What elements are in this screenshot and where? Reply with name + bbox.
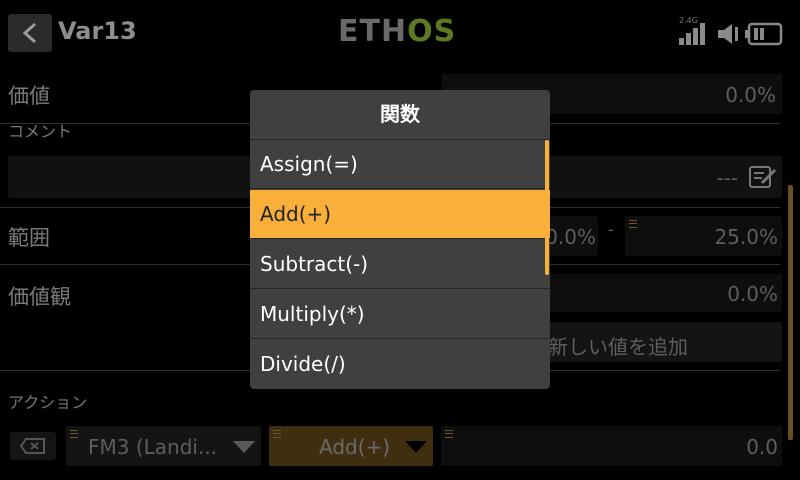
edit-icon xyxy=(749,166,777,188)
menu-item-add[interactable]: Add(+) xyxy=(250,190,550,239)
page-scrollbar[interactable] xyxy=(788,185,793,440)
comment-value: --- xyxy=(716,166,738,190)
range-min-value: 0.0% xyxy=(545,225,596,249)
remove-action-button[interactable] xyxy=(10,432,56,460)
signal-strength-icon xyxy=(679,23,705,45)
drag-handle-icon xyxy=(273,430,281,438)
battery-icon xyxy=(745,22,783,46)
menu-item-multiply[interactable]: Multiply(*) xyxy=(250,290,550,339)
drag-handle-icon xyxy=(445,430,453,438)
action-source-dropdown[interactable]: FM3 (Landi... xyxy=(66,426,261,466)
action-function-dropdown[interactable]: Add(+) xyxy=(269,426,433,466)
action-source-value: FM3 (Landi... xyxy=(88,435,218,459)
values-field-value: 0.0% xyxy=(727,282,778,306)
dropdown-arrow-icon xyxy=(405,441,427,453)
menu-item-assign[interactable]: Assign(=) xyxy=(250,140,550,189)
top-bar: Var13 ETHOS 2.4G xyxy=(0,0,800,60)
chevron-left-icon xyxy=(22,22,37,44)
back-button[interactable] xyxy=(8,14,52,52)
action-value: 0.0 xyxy=(746,435,778,459)
range-max-value: 25.0% xyxy=(714,225,778,249)
value-label: 価値 xyxy=(8,84,50,108)
range-label: 範囲 xyxy=(8,226,50,250)
function-menu: 関数 Assign(=) Add(+) Subtract(-) Multiply… xyxy=(250,90,550,389)
menu-scrollbar[interactable] xyxy=(545,140,549,275)
delete-icon xyxy=(20,438,45,454)
drag-handle-icon xyxy=(70,430,78,438)
comment-label: コメント xyxy=(8,122,73,141)
page-title: Var13 xyxy=(58,17,137,45)
range-max-field[interactable]: 25.0% xyxy=(625,216,782,256)
speaker-icon xyxy=(718,24,738,44)
action-value-field[interactable]: 0.0 xyxy=(441,426,782,466)
value-field-value: 0.0% xyxy=(725,83,776,107)
add-new-value-label: 新しい値を追加 xyxy=(548,335,688,359)
ethos-logo: ETHOS xyxy=(338,14,457,49)
menu-item-divide[interactable]: Divide(/) xyxy=(250,340,550,389)
range-separator: - xyxy=(608,220,614,239)
action-function-value: Add(+) xyxy=(319,435,391,459)
drag-handle-icon xyxy=(629,220,637,228)
values-field[interactable]: 0.0% xyxy=(540,274,782,312)
values-label: 価値観 xyxy=(8,285,71,309)
actions-label: アクション xyxy=(8,393,88,412)
add-new-value-button[interactable]: 新しい値を追加 xyxy=(540,322,782,362)
dropdown-arrow-icon xyxy=(233,441,255,453)
menu-title: 関数 xyxy=(250,90,550,140)
menu-item-subtract[interactable]: Subtract(-) xyxy=(250,240,550,289)
